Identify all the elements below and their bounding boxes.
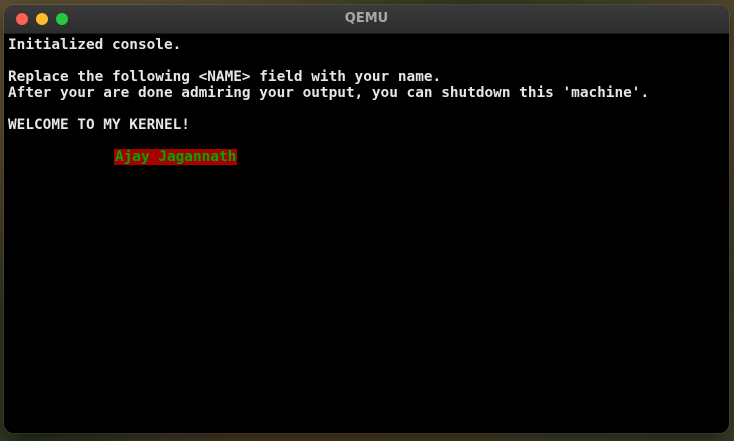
console-line-initialized: Initialized console. [8, 37, 182, 53]
console-line-shutdown-instruction: After your are done admiring your output… [8, 85, 650, 101]
console-line-replace-instruction: Replace the following <NAME> field with … [8, 69, 442, 85]
console-line-blank-2 [8, 101, 729, 117]
console-line-welcome: WELCOME TO MY KERNEL! [8, 117, 190, 133]
title-bar[interactable]: QEMU [4, 5, 729, 34]
console-line-blank-1 [8, 53, 729, 69]
qemu-window: QEMU Initialized console. Replace the fo… [4, 5, 729, 433]
window-title: QEMU [344, 11, 389, 26]
console-screen[interactable]: Initialized console. Replace the followi… [4, 34, 729, 433]
name-field: Ajay Jagannath [113, 149, 238, 165]
console-line-name: Ajay Jagannath [8, 133, 729, 165]
